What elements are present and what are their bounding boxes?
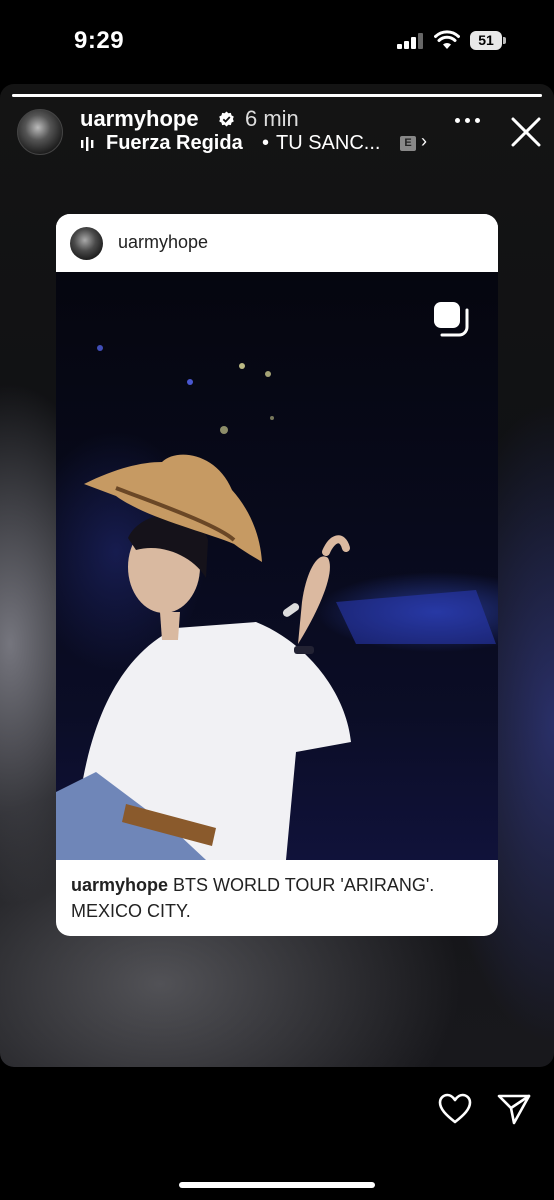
battery-icon: 51 — [470, 31, 506, 51]
post-header: uarmyhope — [56, 214, 498, 272]
chevron-right-icon[interactable]: › — [421, 131, 427, 152]
post-caption-username[interactable]: uarmyhope — [71, 875, 168, 895]
verified-badge-icon — [219, 111, 234, 127]
explicit-badge: E — [400, 136, 416, 151]
music-bars-icon — [81, 137, 94, 151]
music-song[interactable]: TU SANC... — [276, 132, 380, 155]
cellular-signal-icon — [397, 33, 427, 49]
post-photo[interactable] — [56, 272, 498, 860]
send-icon[interactable] — [497, 1093, 531, 1125]
post-caption: uarmyhope BTS WORLD TOUR 'ARIRANG'. MEXI… — [71, 872, 486, 924]
status-time: 9:29 — [74, 27, 125, 54]
status-bar: 9:29 51 — [0, 0, 554, 84]
story-time: 6 min — [245, 106, 299, 131]
wifi-icon — [434, 30, 460, 49]
multi-photo-icon — [434, 302, 469, 337]
story-avatar[interactable] — [17, 109, 63, 155]
post-username[interactable]: uarmyhope — [118, 232, 208, 253]
music-artist[interactable]: Fuerza Regida — [106, 132, 243, 155]
close-icon[interactable] — [510, 116, 542, 148]
story-viewer[interactable]: uarmyhope 6 min Fuerza Regida • TU SANC.… — [0, 84, 554, 1067]
story-progress-bar — [12, 94, 542, 97]
story-progress-fill — [12, 94, 542, 97]
shared-post-card[interactable]: uarmyhope uarmyhope BTS WORLD TOUR 'ARIR… — [56, 214, 498, 936]
story-username[interactable]: uarmyhope — [80, 106, 199, 132]
more-icon[interactable] — [455, 118, 481, 124]
heart-icon[interactable] — [438, 1093, 472, 1125]
post-avatar[interactable] — [70, 227, 103, 260]
concert-photo-illustration — [56, 345, 496, 860]
home-indicator[interactable] — [179, 1182, 375, 1188]
battery-level: 51 — [470, 31, 502, 50]
music-separator: • — [262, 132, 270, 154]
